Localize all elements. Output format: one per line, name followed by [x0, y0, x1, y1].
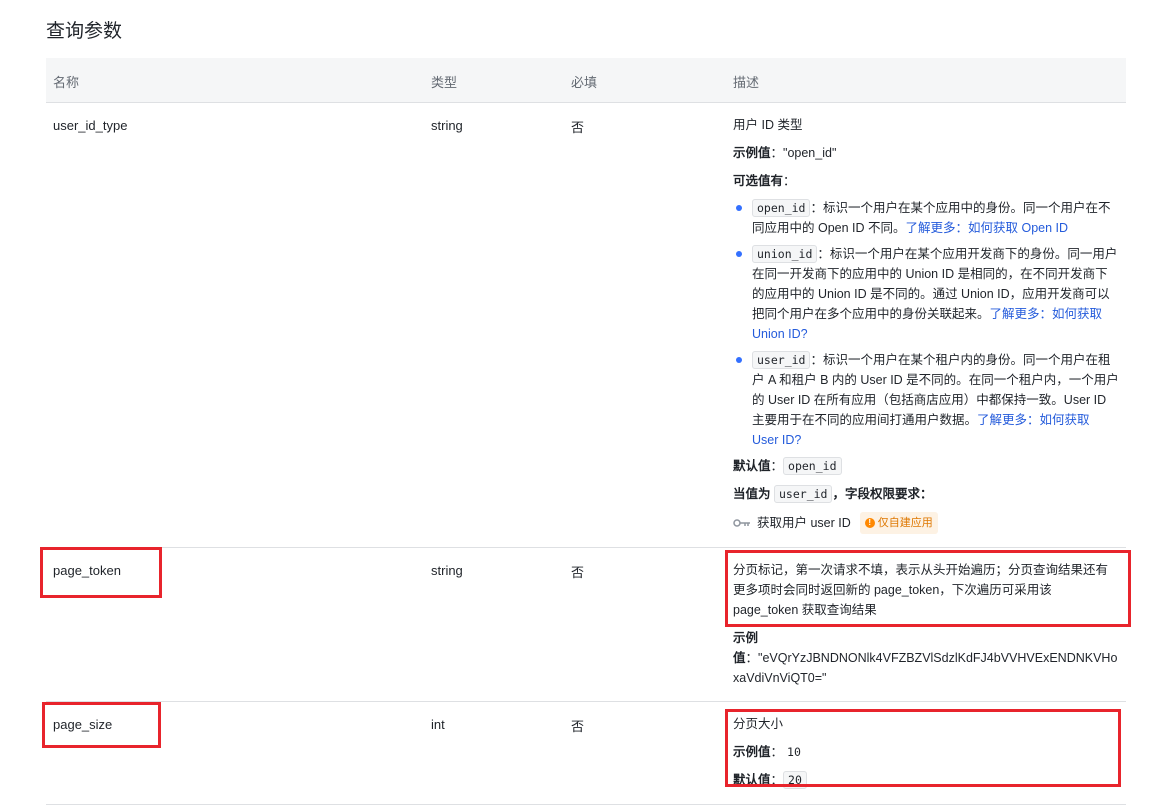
self-built-badge: ! 仅自建应用 [859, 512, 938, 534]
default-value: open_id [783, 457, 842, 475]
condition-prefix: 当值为 [733, 487, 771, 501]
condition-line: 当值为 user_id ，字段权限要求： [733, 484, 1119, 504]
page-title: 查询参数 [46, 21, 123, 42]
bullet-icon [736, 205, 742, 211]
options-colon: ： [783, 174, 796, 188]
example-value: ："eVQrYzJBNDNONlk4VFZBZVlSdzlKdFJ4bVVHVE… [733, 651, 1118, 685]
description-summary: 分页大小 [733, 717, 784, 731]
param-type: int [431, 717, 445, 732]
table-row: page_token string 否 分页标记，第一次请求不填，表示从头开始遍… [46, 548, 1126, 702]
condition-code: user_id [774, 485, 833, 503]
default-label: 默认值 [733, 773, 771, 787]
default-label: 默认值 [733, 459, 771, 473]
bullet-icon [736, 251, 742, 257]
param-description: 用户 ID 类型 示例值："open_id" 可选值有： open_id ：标识一… [733, 115, 1119, 534]
params-table: 名称 类型 必填 描述 user_id_type string 否 用户 ID … [46, 58, 1126, 805]
example-value: 10 [787, 745, 801, 759]
param-required: 否 [571, 719, 585, 734]
default-colon: ： [770, 773, 784, 787]
example-colon: ： [770, 745, 784, 759]
description-summary: 用户 ID 类型 [733, 118, 803, 132]
description-summary: 分页标记，第一次请求不填，表示从头开始遍历；分页查询结果还有更多项时会同时返回新… [733, 563, 1109, 617]
table-row: user_id_type string 否 用户 ID 类型 示例值："open… [46, 103, 1126, 548]
param-name: page_size [53, 717, 113, 732]
param-type: string [431, 563, 463, 578]
header-description: 描述 [733, 75, 760, 90]
warning-icon: ! [864, 518, 875, 528]
default-colon: ： [770, 459, 784, 473]
example-label: 示例值 [733, 146, 771, 160]
option-code: union_id [752, 245, 818, 263]
example-line: 值："eVQrYzJBNDNONlk4VFZBZVlSdzlKdFJ4bVVHV… [733, 648, 1119, 688]
badge-label: 仅自建应用 [877, 517, 933, 529]
example-value-label: 值 [733, 651, 746, 665]
permission-item: 获取用户 user ID ! 仅自建应用 [733, 512, 1119, 534]
param-name: user_id_type [53, 118, 128, 133]
default-line: 默认值： 20 [733, 770, 1119, 790]
example-label: 示例 [733, 631, 759, 645]
bullet-icon [736, 357, 742, 363]
list-item: open_id ：标识一个用户在某个应用中的身份。同一个用户在不同应用中的 Ope… [733, 198, 1119, 238]
list-item: user_id ：标识一个用户在某个租户内的身份。同一个用户在租户 A 和租户 B… [733, 350, 1119, 450]
list-item: union_id ：标识一个用户在某个应用开发商下的身份。同一用户在同一开发商下的… [733, 244, 1119, 344]
param-description: 分页大小 示例值： 10 默认值： 20 [733, 714, 1119, 790]
learn-more-link[interactable]: 了解更多：如何获取 Open ID [906, 221, 1069, 235]
example-value: ："open_id" [770, 146, 837, 160]
example-label-line: 示例 [733, 628, 1119, 648]
example-line: 示例值："open_id" [733, 143, 1119, 163]
key-icon [733, 519, 750, 527]
example-label: 示例值 [733, 745, 771, 759]
param-description: 分页标记，第一次请求不填，表示从头开始遍历；分页查询结果还有更多项时会同时返回新… [733, 560, 1119, 688]
example-line: 示例值： 10 [733, 742, 1119, 762]
header-required: 必填 [571, 75, 598, 90]
permission-link[interactable]: 获取用户 user ID [757, 513, 851, 533]
option-code: open_id [752, 199, 811, 217]
table-header: 名称 类型 必填 描述 [46, 58, 1126, 103]
param-required: 否 [571, 120, 585, 135]
header-type: 类型 [431, 75, 458, 90]
condition-suffix: ，字段权限要求： [832, 487, 933, 501]
options-line: 可选值有： [733, 171, 1119, 191]
param-name: page_token [53, 563, 121, 578]
options-list: open_id ：标识一个用户在某个应用中的身份。同一个用户在不同应用中的 Ope… [733, 198, 1119, 450]
header-name: 名称 [53, 75, 80, 90]
options-label: 可选值有 [733, 174, 784, 188]
table-row: page_size int 否 分页大小 示例值： 10 默认值： 20 [46, 702, 1126, 805]
default-value: 20 [783, 771, 807, 789]
default-line: 默认值： open_id [733, 456, 1119, 476]
param-required: 否 [571, 565, 585, 580]
option-code: user_id [752, 351, 811, 369]
param-type: string [431, 118, 463, 133]
